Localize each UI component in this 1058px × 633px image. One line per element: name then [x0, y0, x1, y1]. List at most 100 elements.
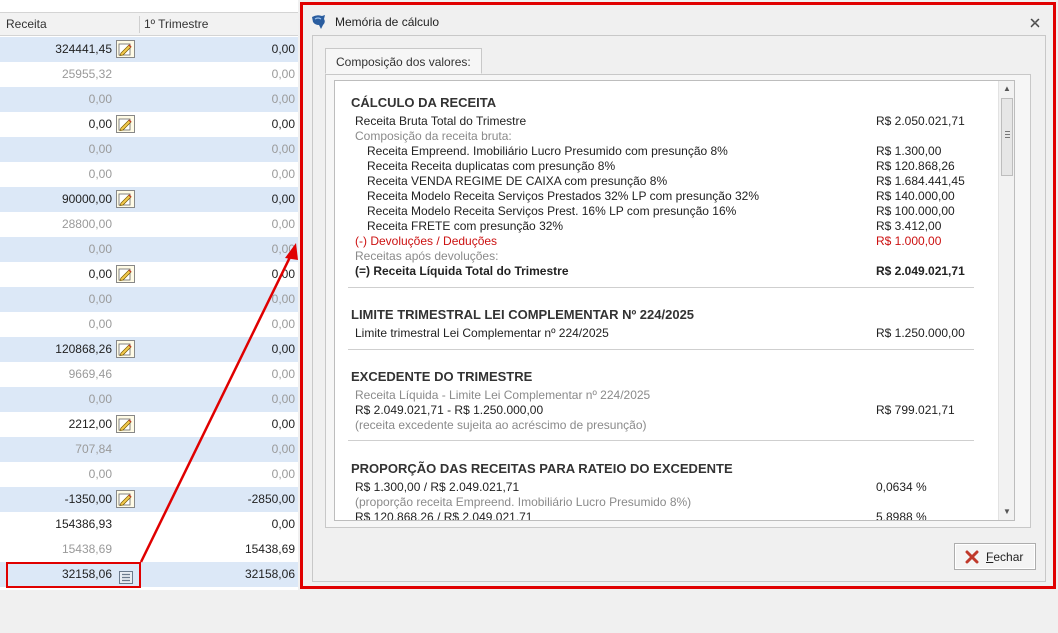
- receita-bruta-label: Receita Bruta Total do Trimestre: [355, 114, 527, 128]
- cell-receita[interactable]: 15438,69: [62, 537, 112, 562]
- cell-receita[interactable]: 0,00: [89, 87, 112, 112]
- table-row[interactable]: 0,00 0,00: [0, 287, 298, 312]
- excedente-formula: Receita Líquida - Limite Lei Complementa…: [355, 388, 651, 402]
- cell-trimestre[interactable]: 0,00: [272, 362, 295, 387]
- table-row[interactable]: 324441,45 0,00: [0, 37, 298, 62]
- cell-trimestre[interactable]: 0,00: [272, 437, 295, 462]
- excedente-value: R$ 799.021,71: [876, 403, 955, 417]
- cell-trimestre[interactable]: 0,00: [272, 412, 295, 437]
- table-row[interactable]: 0,00 0,00: [0, 162, 298, 187]
- cell-trimestre[interactable]: 0,00: [272, 337, 295, 362]
- cell-trimestre[interactable]: 0,00: [272, 162, 295, 187]
- cell-trimestre[interactable]: 0,00: [272, 387, 295, 412]
- proporcao-line2-label: R$ 120.868,26 / R$ 2.049.021,71: [355, 510, 533, 521]
- close-icon[interactable]: [1029, 17, 1041, 29]
- cell-receita[interactable]: 154386,93: [55, 512, 112, 537]
- highlight-total-cell: [6, 562, 141, 588]
- proporcao-line2-value: 5,8988 %: [876, 510, 927, 521]
- cell-trimestre[interactable]: 0,00: [272, 112, 295, 137]
- column-header-receita[interactable]: Receita: [6, 13, 47, 36]
- cell-receita[interactable]: 25955,32: [62, 62, 112, 87]
- total-trimestre[interactable]: 32158,06: [245, 562, 295, 587]
- proporcao-line1-label: R$ 1.300,00 / R$ 2.049.021,71: [355, 480, 520, 494]
- cell-trimestre[interactable]: 0,00: [272, 187, 295, 212]
- scroll-thumb[interactable]: [1001, 98, 1013, 176]
- cell-receita[interactable]: 324441,45: [55, 37, 112, 62]
- cell-receita[interactable]: 0,00: [89, 162, 112, 187]
- cell-trimestre[interactable]: 0,00: [272, 37, 295, 62]
- table-row[interactable]: 28800,00 0,00: [0, 212, 298, 237]
- divider: [348, 287, 974, 288]
- edit-pencil-icon[interactable]: [116, 115, 135, 133]
- cell-trimestre[interactable]: 0,00: [272, 87, 295, 112]
- cell-receita[interactable]: 9669,46: [69, 362, 112, 387]
- cell-trimestre[interactable]: 0,00: [272, 212, 295, 237]
- scroll-down-icon[interactable]: ▼: [999, 504, 1014, 520]
- cell-receita[interactable]: 2212,00: [69, 412, 112, 437]
- cell-receita[interactable]: 0,00: [89, 462, 112, 487]
- receita-liquida-label: (=) Receita Líquida Total do Trimestre: [355, 264, 569, 278]
- table-row[interactable]: 154386,93 0,00: [0, 512, 298, 537]
- table-row[interactable]: 2212,00 0,00: [0, 412, 298, 437]
- table-row[interactable]: 0,00 0,00: [0, 237, 298, 262]
- cell-trimestre[interactable]: 0,00: [272, 62, 295, 87]
- table-row[interactable]: 707,84 0,00: [0, 437, 298, 462]
- cell-receita[interactable]: 0,00: [89, 287, 112, 312]
- grid-rows: 324441,45 0,00 25955,32 0,00 0,00 0,00 0,00 0,0…: [0, 37, 298, 587]
- table-row[interactable]: 9669,46 0,00: [0, 362, 298, 387]
- composicao-item-value: R$ 3.412,00: [876, 219, 942, 233]
- cell-receita[interactable]: 0,00: [89, 312, 112, 337]
- fechar-button[interactable]: Fechar: [954, 543, 1036, 570]
- table-row[interactable]: 0,00 0,00: [0, 87, 298, 112]
- cell-receita[interactable]: 28800,00: [62, 212, 112, 237]
- cell-receita[interactable]: 120868,26: [55, 337, 112, 362]
- cell-trimestre[interactable]: 0,00: [272, 512, 295, 537]
- cell-receita[interactable]: -1350,00: [65, 487, 112, 512]
- edit-pencil-icon[interactable]: [116, 265, 135, 283]
- edit-pencil-icon[interactable]: [116, 40, 135, 58]
- table-row[interactable]: 15438,69 15438,69: [0, 537, 298, 562]
- cell-receita[interactable]: 0,00: [89, 137, 112, 162]
- cell-trimestre[interactable]: 0,00: [272, 312, 295, 337]
- composicao-item-value: R$ 120.868,26: [876, 159, 955, 173]
- cell-trimestre[interactable]: 15438,69: [245, 537, 295, 562]
- cell-trimestre[interactable]: 0,00: [272, 287, 295, 312]
- proporcao-line1-note: (proporção receita Empreend. Imobiliário…: [355, 495, 692, 509]
- column-header-trimestre[interactable]: 1º Trimestre: [144, 13, 208, 36]
- edit-pencil-icon[interactable]: [116, 190, 135, 208]
- table-row[interactable]: 0,00 0,00: [0, 312, 298, 337]
- cell-trimestre[interactable]: -2850,00: [248, 487, 295, 512]
- cell-receita[interactable]: 0,00: [89, 387, 112, 412]
- memoria-calculo-dialog: Memória de cálculo Composição dos valore…: [300, 2, 1056, 589]
- edit-pencil-icon[interactable]: [116, 415, 135, 433]
- edit-pencil-icon[interactable]: [116, 490, 135, 508]
- cell-trimestre[interactable]: 0,00: [272, 237, 295, 262]
- cell-receita[interactable]: 0,00: [89, 112, 112, 137]
- table-row[interactable]: 25955,32 0,00: [0, 62, 298, 87]
- cell-trimestre[interactable]: 0,00: [272, 262, 295, 287]
- cell-receita[interactable]: 0,00: [89, 237, 112, 262]
- cell-receita[interactable]: 707,84: [75, 437, 112, 462]
- divider: [348, 349, 974, 350]
- table-row[interactable]: 0,00 0,00: [0, 137, 298, 162]
- grid-header: Receita 1º Trimestre: [0, 12, 298, 36]
- cell-trimestre[interactable]: 0,00: [272, 462, 295, 487]
- table-row[interactable]: 120868,26 0,00: [0, 337, 298, 362]
- section-title-proporcao: PROPORÇÃO DAS RECEITAS PARA RATEIO DO EX…: [351, 461, 733, 476]
- proporcao-line1-value: 0,0634 %: [876, 480, 927, 494]
- receita-liquida-value: R$ 2.049.021,71: [876, 264, 965, 278]
- limite-label: Limite trimestral Lei Complementar nº 22…: [355, 326, 609, 340]
- table-row[interactable]: 90000,00 0,00: [0, 187, 298, 212]
- cell-receita[interactable]: 90000,00: [62, 187, 112, 212]
- table-row[interactable]: 0,00 0,00: [0, 262, 298, 287]
- scroll-up-icon[interactable]: ▲: [999, 81, 1014, 97]
- table-row[interactable]: -1350,00 -2850,00: [0, 487, 298, 512]
- table-row[interactable]: 0,00 0,00: [0, 112, 298, 137]
- edit-pencil-icon[interactable]: [116, 340, 135, 358]
- table-row[interactable]: 0,00 0,00: [0, 387, 298, 412]
- cell-receita[interactable]: 0,00: [89, 262, 112, 287]
- cell-trimestre[interactable]: 0,00: [272, 137, 295, 162]
- vertical-scrollbar[interactable]: ▲ ▼: [998, 81, 1014, 520]
- tab-composicao[interactable]: Composição dos valores:: [325, 48, 482, 74]
- table-row[interactable]: 0,00 0,00: [0, 462, 298, 487]
